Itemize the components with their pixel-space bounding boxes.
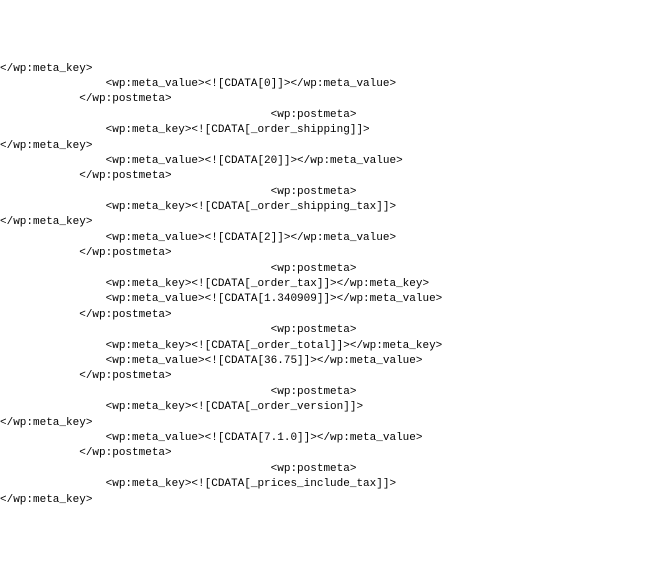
code-line: <wp:meta_value><![CDATA[7.1.0]]></wp:met… <box>0 431 650 446</box>
code-line: </wp:postmeta> <box>0 246 650 261</box>
code-line: <wp:postmeta> <box>0 185 650 200</box>
code-line: </wp:postmeta> <box>0 308 650 323</box>
code-line: <wp:meta_key><![CDATA[_order_version]]> <box>0 400 650 415</box>
code-line: </wp:postmeta> <box>0 169 650 184</box>
code-line: </wp:meta_key> <box>0 493 650 508</box>
code-line: </wp:postmeta> <box>0 92 650 107</box>
code-line: </wp:postmeta> <box>0 369 650 384</box>
code-line: <wp:postmeta> <box>0 262 650 277</box>
code-line: <wp:meta_key><![CDATA[_prices_include_ta… <box>0 477 650 492</box>
code-line: </wp:meta_key> <box>0 215 650 230</box>
code-line: <wp:postmeta> <box>0 462 650 477</box>
code-line: <wp:postmeta> <box>0 323 650 338</box>
xml-code-block: </wp:meta_key> <wp:meta_value><![CDATA[0… <box>0 62 650 508</box>
code-line: <wp:meta_value><![CDATA[0]]></wp:meta_va… <box>0 77 650 92</box>
code-line: </wp:meta_key> <box>0 416 650 431</box>
code-line: <wp:postmeta> <box>0 385 650 400</box>
code-line: <wp:meta_key><![CDATA[_order_tax]]></wp:… <box>0 277 650 292</box>
code-line: <wp:meta_key><![CDATA[_order_shipping]]> <box>0 123 650 138</box>
code-line: <wp:meta_value><![CDATA[36.75]]></wp:met… <box>0 354 650 369</box>
code-line: <wp:postmeta> <box>0 108 650 123</box>
code-line: </wp:postmeta> <box>0 446 650 461</box>
code-line: <wp:meta_value><![CDATA[20]]></wp:meta_v… <box>0 154 650 169</box>
code-line: </wp:meta_key> <box>0 139 650 154</box>
code-line: <wp:meta_value><![CDATA[2]]></wp:meta_va… <box>0 231 650 246</box>
code-line: <wp:meta_key><![CDATA[_order_shipping_ta… <box>0 200 650 215</box>
code-line: <wp:meta_key><![CDATA[_order_total]]></w… <box>0 339 650 354</box>
code-line: </wp:meta_key> <box>0 62 650 77</box>
code-line: <wp:meta_value><![CDATA[1.340909]]></wp:… <box>0 292 650 307</box>
